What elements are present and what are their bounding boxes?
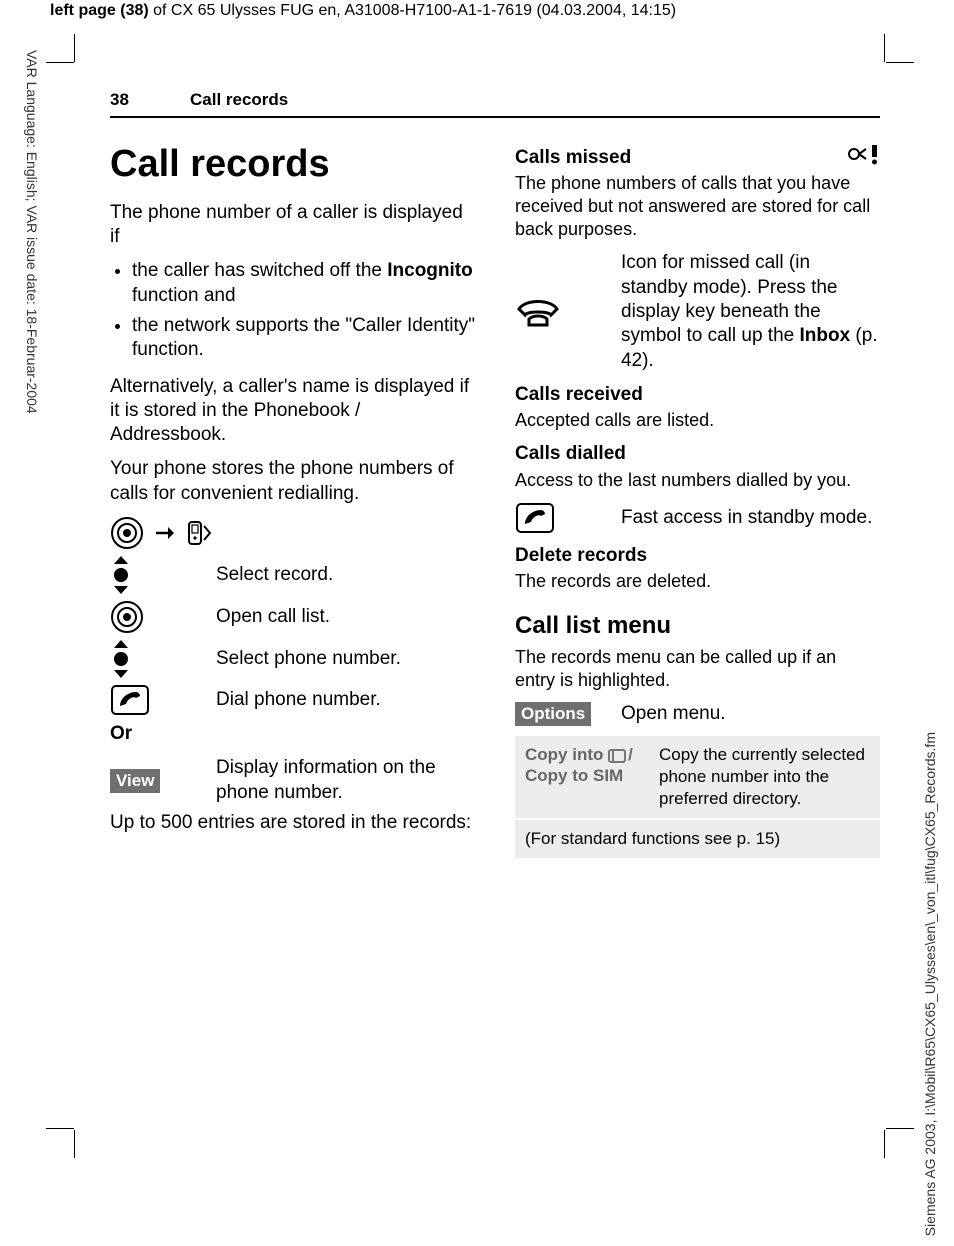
- joystick-updown-icon: [110, 640, 132, 678]
- joystick-center-icon: [110, 600, 144, 634]
- step-row: Dial phone number.: [110, 684, 475, 716]
- crop-mark: [884, 1130, 885, 1158]
- addressbook-icon: [608, 748, 628, 764]
- paragraph: Accepted calls are listed.: [515, 409, 880, 432]
- or-label: Or: [110, 722, 475, 746]
- step-desc: Dial phone number.: [216, 688, 475, 712]
- table-value: Copy the currently selected phone number…: [659, 744, 870, 810]
- crop-mark: [46, 1128, 74, 1129]
- phone-handset-icon: [515, 295, 561, 329]
- missed-call-indicator-icon: [846, 143, 880, 165]
- crop-mark: [46, 62, 74, 63]
- crop-mark: [886, 1128, 914, 1129]
- view-desc: Display information on the phone number.: [216, 756, 475, 805]
- page-title: Call records: [110, 140, 475, 189]
- table-footer: (For standard functions see p. 15): [515, 818, 880, 858]
- text: Copy to SIM: [525, 766, 623, 785]
- options-table: Copy into / Copy to SIM Copy the current…: [515, 736, 880, 858]
- step-row: Select record.: [110, 556, 475, 594]
- crop-mark: [884, 34, 885, 62]
- call-key-icon: [515, 502, 555, 534]
- view-softkey: View: [110, 769, 160, 793]
- paragraph: Your phone stores the phone numbers of c…: [110, 457, 475, 506]
- table-key: Copy into / Copy to SIM: [525, 744, 645, 810]
- left-margin-text: VAR Language: English; VAR issue date: 1…: [24, 50, 40, 414]
- step-row: Select phone number.: [110, 640, 475, 678]
- right-margin-text: Siemens AG 2003, I:\Mobil\R65\CX65_Ulyss…: [922, 732, 938, 1236]
- step-row: Open call list.: [110, 600, 475, 634]
- nav-sequence: [110, 516, 475, 550]
- crop-mark: [74, 34, 75, 62]
- missed-icon-desc: Icon for missed call (in standby mode). …: [621, 251, 880, 373]
- intro-paragraph: The phone number of a caller is displaye…: [110, 201, 475, 250]
- preprint-header-rest: of CX 65 Ulysses FUG en, A31008-H7100-A1…: [149, 2, 676, 19]
- running-head: 38 Call records: [110, 90, 880, 118]
- text: function and: [132, 285, 236, 306]
- paragraph: Access to the last numbers dialled by yo…: [515, 469, 880, 492]
- table-row: Copy into / Copy to SIM Copy the current…: [515, 736, 880, 818]
- paragraph: Up to 500 entries are stored in the reco…: [110, 811, 475, 835]
- paragraph: The phone numbers of calls that you have…: [515, 172, 880, 241]
- page-number: 38: [110, 90, 150, 110]
- arrow-right-icon: [154, 524, 174, 542]
- running-title: Call records: [190, 90, 288, 110]
- call-key-icon: [110, 684, 150, 716]
- delete-records-heading: Delete records: [515, 544, 880, 568]
- options-desc: Open menu.: [621, 702, 880, 726]
- calls-dialled-heading: Calls dialled: [515, 442, 880, 466]
- inbox-term: Inbox: [799, 325, 850, 346]
- paragraph: The records menu can be called up if an …: [515, 646, 880, 692]
- call-records-menu-icon: [184, 518, 218, 548]
- text: Copy into: [525, 745, 608, 764]
- options-softkey: Options: [515, 702, 591, 726]
- incognito-term: Incognito: [387, 260, 472, 281]
- paragraph: The records are deleted.: [515, 570, 880, 593]
- crop-mark: [886, 62, 914, 63]
- crop-mark: [74, 1130, 75, 1158]
- page-content: 38 Call records Call records The phone n…: [110, 90, 880, 858]
- preprint-header-bold: left page (38): [50, 2, 149, 19]
- options-row: Options Open menu.: [515, 702, 880, 726]
- preprint-header: left page (38) of CX 65 Ulysses FUG en, …: [50, 2, 676, 20]
- calls-received-heading: Calls received: [515, 383, 880, 407]
- dial-icon-desc: Fast access in standby mode.: [621, 506, 880, 530]
- list-item: the network supports the "Caller Identit…: [132, 314, 475, 363]
- call-list-menu-heading: Call list menu: [515, 611, 880, 642]
- missed-icon-row: Icon for missed call (in standby mode). …: [515, 251, 880, 373]
- paragraph: Alternatively, a caller's name is displa…: [110, 375, 475, 448]
- view-row: View Display information on the phone nu…: [110, 756, 475, 805]
- step-desc: Select record.: [216, 563, 475, 587]
- joystick-center-icon: [110, 516, 144, 550]
- joystick-updown-icon: [110, 556, 132, 594]
- list-item: the caller has switched off the Incognit…: [132, 259, 475, 308]
- right-column: Calls missed The phone numbers of calls …: [515, 132, 880, 858]
- conditions-list: the caller has switched off the Incognit…: [110, 259, 475, 362]
- text: the caller has switched off the: [132, 260, 387, 281]
- left-column: Call records The phone number of a calle…: [110, 132, 475, 858]
- dial-icon-row: Fast access in standby mode.: [515, 502, 880, 534]
- calls-missed-heading: Calls missed: [515, 146, 631, 170]
- step-desc: Select phone number.: [216, 647, 475, 671]
- step-desc: Open call list.: [216, 605, 475, 629]
